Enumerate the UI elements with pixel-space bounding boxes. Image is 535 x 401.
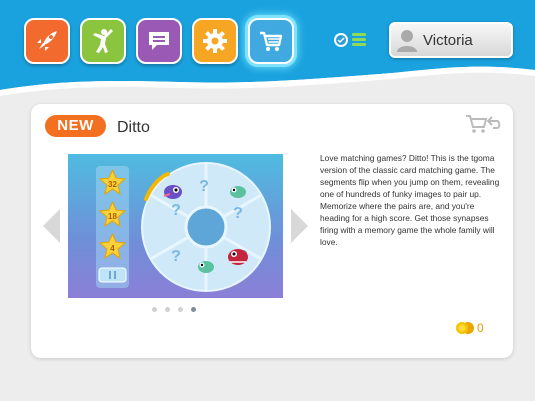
rocket-icon	[37, 31, 57, 51]
gear-icon	[203, 29, 227, 53]
memory-wheel: ? ? ? ? ?	[141, 162, 271, 292]
header-bar: Victoria	[0, 0, 535, 100]
monster-tile-4	[228, 249, 248, 265]
user-silhouette-icon	[397, 28, 417, 52]
new-badge: NEW	[45, 115, 106, 137]
game-screenshot: 32 18 4 ? ? ? ? ?	[68, 154, 283, 298]
check-circle-icon[interactable]	[334, 33, 348, 47]
carousel-dots	[152, 307, 196, 312]
store-app-button[interactable]	[248, 18, 294, 64]
monster-tile-1	[163, 185, 182, 199]
carousel-dot-active[interactable]	[191, 307, 196, 312]
monster-tile-3	[198, 261, 214, 273]
svg-text:?: ?	[171, 202, 181, 219]
chat-icon	[149, 32, 169, 50]
user-profile-button[interactable]: Victoria	[389, 22, 513, 58]
monster-tile-2	[230, 186, 246, 198]
user-name: Victoria	[423, 31, 473, 49]
cart-icon	[260, 31, 283, 51]
app-title: Ditto	[117, 119, 150, 136]
star-value-3: 4	[110, 244, 115, 253]
svg-text:?: ?	[233, 205, 243, 222]
svg-text:?: ?	[199, 178, 209, 195]
rocket-app-button[interactable]	[24, 18, 70, 64]
app-description: Love matching games? Ditto! This is the …	[320, 153, 500, 247]
carousel-dot[interactable]	[178, 307, 183, 312]
person-jumping-icon	[93, 29, 113, 53]
svg-text:?: ?	[171, 248, 181, 265]
list-icon[interactable]	[352, 33, 366, 47]
next-arrow-icon[interactable]	[291, 209, 308, 243]
carousel-dot[interactable]	[165, 307, 170, 312]
cart-return-icon[interactable]	[465, 113, 501, 135]
fitness-app-button[interactable]	[80, 18, 126, 64]
status-indicators	[334, 33, 366, 47]
coin-icon	[456, 322, 474, 334]
chat-app-button[interactable]	[136, 18, 182, 64]
coin-count: 0	[477, 321, 484, 335]
carousel-dot[interactable]	[152, 307, 157, 312]
previous-arrow-icon[interactable]	[43, 209, 60, 243]
star-value-2: 18	[108, 212, 117, 221]
settings-app-button[interactable]	[192, 18, 238, 64]
star-value-1: 32	[108, 180, 117, 189]
coin-balance: 0	[453, 321, 484, 335]
